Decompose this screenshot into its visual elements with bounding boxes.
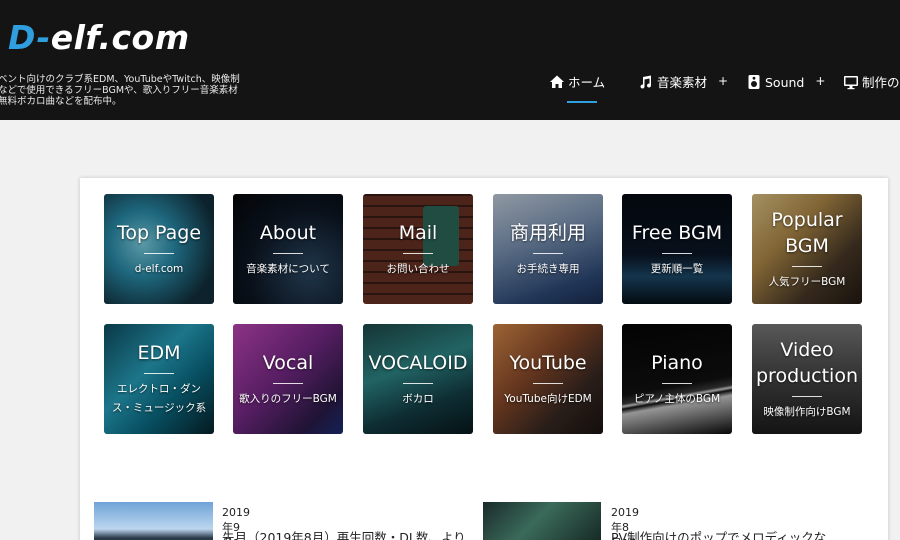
tile-title: Free BGM [631,221,723,244]
tile-title: Vocal [262,351,314,374]
nav-item-sound[interactable]: Sound + [746,74,825,104]
tile-subtitle: ボカロ [402,392,434,405]
tile-divider [533,382,563,384]
tile-subtitle: 映像制作向けBGM [763,405,851,418]
home-icon [549,74,565,90]
nav-active-indicator [567,101,597,103]
tile-divider [144,252,174,254]
nav-label-home: ホーム [568,75,606,90]
monitor-icon [843,74,859,90]
nav-item-production[interactable]: 制作のお [843,74,900,104]
tile-youtube[interactable]: YouTube YouTube向けEDM [493,324,603,434]
tile-title: Mail [398,221,438,244]
nav-label-music-materials: 音楽素材 [657,75,708,90]
nav-label-production: 制作のお [862,75,900,90]
tile-divider [792,265,822,267]
tile-edm[interactable]: EDM エレクトロ・ダンス・ミュージック系 [104,324,214,434]
music-note-icon [638,74,654,90]
tile-title: Top Page [116,221,202,244]
tile-subtitle: 更新順一覧 [650,262,704,275]
tile-title: About [259,221,317,244]
tile-title: EDM [137,342,181,364]
tile-title: 商用利用 [509,221,586,244]
tile-vocaloid[interactable]: VOCALOID ボカロ [363,324,473,434]
tile-title: VOCALOID [368,351,468,374]
post-thumbnail[interactable] [483,502,601,540]
tile-top-page[interactable]: Top Page d-elf.com [104,194,214,304]
nav-item-home[interactable]: ホーム [549,74,605,104]
tile-subtitle: d-elf.com [134,262,184,275]
main-nav: ホーム 音楽素材 + Sound + 制作のお [0,74,900,104]
tile-vocal[interactable]: Vocal 歌入りのフリーBGM [233,324,343,434]
post-thumbnail[interactable] [94,502,213,540]
tile-divider [403,382,433,384]
tile-title: Piano [651,351,703,374]
tile-popular-bgm[interactable]: Popular BGM 人気フリーBGM [752,194,862,304]
tile-divider [273,382,303,384]
tile-divider [403,252,433,254]
site-logo[interactable]: D-elf.com [8,18,190,57]
site-header: D-elf.com ベント向けのクラブ系EDM、YouTubeやTwitch、映… [0,0,900,120]
tile-title: Video production [755,338,859,387]
tile-divider [273,252,303,254]
tile-subtitle: YouTube向けEDM [504,392,592,405]
tile-subtitle: お問い合わせ [386,262,450,275]
tile-subtitle: ピアノ主体のBGM [633,392,721,405]
tile-subtitle: エレクトロ・ダンス・ミュージック系 [111,383,207,414]
tile-divider [144,373,174,374]
tile-divider [662,382,692,384]
nav-item-music-materials[interactable]: 音楽素材 + [638,74,728,104]
tile-video-production[interactable]: Video production 映像制作向けBGM [752,324,862,434]
tile-divider [792,395,822,397]
tile-title: YouTube [509,351,587,374]
nav-label-sound: Sound [765,75,805,90]
tile-about[interactable]: About 音楽素材について [233,194,343,304]
tile-piano[interactable]: Piano ピアノ主体のBGM [622,324,732,434]
post-title[interactable]: 先月（2019年8月）再生回数・DL数、より [222,527,466,540]
tile-subtitle: 人気フリーBGM [768,275,846,288]
tile-divider [662,252,692,254]
tile-divider [533,252,563,254]
tile-subtitle: 音楽素材について [246,262,330,275]
tile-mail[interactable]: Mail お問い合わせ [363,194,473,304]
speaker-icon [746,74,762,90]
submenu-plus-icon[interactable]: + [718,74,728,88]
tile-free-bgm[interactable]: Free BGM 更新順一覧 [622,194,732,304]
tile-subtitle: 歌入りのフリーBGM [239,392,337,405]
tile-commercial-use[interactable]: 商用利用 お手続き専用 [493,194,603,304]
tile-subtitle: お手続き専用 [516,262,580,275]
submenu-plus-icon[interactable]: + [815,74,825,88]
tile-title: Popular BGM [771,208,843,257]
post-title[interactable]: PV制作向けのポップでメロディックな [611,527,826,540]
